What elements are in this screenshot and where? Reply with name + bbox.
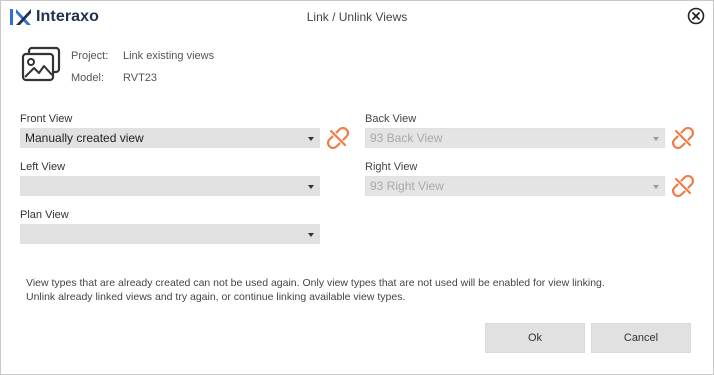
back-view-value: 93 Back View — [370, 131, 443, 145]
front-view-label: Front View — [20, 113, 73, 125]
plan-view-label: Plan View — [20, 209, 69, 221]
back-view-label: Back View — [365, 113, 417, 125]
back-view-select: 93 Back View — [365, 128, 665, 148]
chevron-down-icon — [653, 137, 659, 141]
close-icon[interactable] — [687, 7, 705, 25]
unlink-icon[interactable] — [672, 127, 694, 149]
chevron-down-icon — [308, 137, 314, 141]
chevron-down-icon — [308, 185, 314, 189]
image-gallery-icon — [21, 46, 61, 82]
model-value: RVT23 — [123, 72, 158, 84]
front-view-value: Manually created view — [25, 131, 144, 145]
chevron-down-icon — [308, 233, 314, 237]
model-label: Model: — [71, 72, 105, 84]
left-view-select[interactable] — [20, 176, 320, 196]
right-view-label: Right View — [365, 161, 418, 173]
note-line-2: Unlink already linked views and try agai… — [26, 291, 406, 303]
link-unlink-dialog: Interaxo Link / Unlink Views Project: Mo… — [0, 0, 714, 375]
project-label: Project: — [71, 50, 109, 62]
ok-button[interactable]: Ok — [485, 323, 585, 353]
unlink-icon[interactable] — [672, 175, 694, 197]
note-line-1: View types that are already created can … — [26, 277, 605, 289]
front-view-select[interactable]: Manually created view — [20, 128, 320, 148]
plan-view-select[interactable] — [20, 224, 320, 244]
cancel-button[interactable]: Cancel — [591, 323, 691, 353]
left-view-label: Left View — [20, 161, 66, 173]
info-note: View types that are already created can … — [26, 276, 696, 304]
project-value: Link existing views — [123, 50, 215, 62]
unlink-icon[interactable] — [327, 127, 349, 149]
dialog-title: Link / Unlink Views — [306, 10, 408, 24]
info-values: Link existing views RVT23 — [123, 45, 214, 89]
right-view-value: 93 Right View — [370, 179, 444, 193]
right-view-select: 93 Right View — [365, 176, 665, 196]
title-bar: Interaxo Link / Unlink Views — [1, 1, 713, 33]
chevron-down-icon — [653, 185, 659, 189]
info-labels: Project: Model: — [71, 45, 108, 89]
